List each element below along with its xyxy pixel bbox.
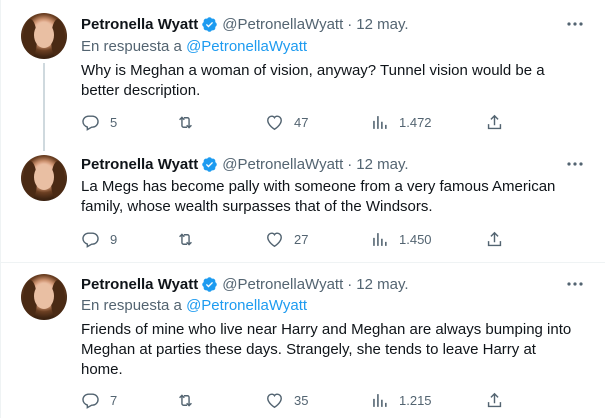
more-options-icon[interactable] [565,154,585,174]
tweet-date[interactable]: 12 may. [356,276,408,293]
reply-icon [82,393,99,409]
text-line: La Megs has become pally with someone fr… [81,178,556,195]
views-count: 1.450 [399,232,432,247]
reply-handle-link[interactable]: @PetronellaWyatt [186,38,307,55]
text-line: Why is Meghan a woman of vision, anyway?… [81,62,545,79]
text-line: home. [81,361,123,378]
reply-handle-link[interactable]: @PetronellaWyatt [186,297,307,314]
reply-icon [82,115,99,131]
share-icon [487,231,502,247]
views-count: 1.472 [399,115,432,130]
views-count: 1.215 [399,393,432,408]
share-icon [487,392,502,408]
more-options-icon[interactable] [565,14,585,34]
reply-prefix: En respuesta a [81,297,182,314]
reply-button[interactable]: 5 [81,113,117,132]
tweet-feed: Petronella Wyatt @PetronellaWyatt · 12 m… [0,0,605,418]
reply-prefix: En respuesta a [81,38,182,55]
reply-button[interactable]: 7 [81,391,117,410]
author-name[interactable]: Petronella Wyatt [81,16,198,33]
views-button[interactable]: 1.215 [370,391,432,410]
reply-icon [82,232,99,248]
reply-count: 5 [110,115,118,130]
separator: · [347,155,353,173]
retweet-button[interactable] [176,113,205,132]
verified-badge-icon [202,276,218,292]
tweet-header: Petronella Wyatt @PetronellaWyatt · 12 m… [81,154,409,174]
like-count: 35 [294,393,309,408]
verified-badge-icon [202,16,218,32]
reply-count: 9 [110,232,118,247]
action-bar: 5 47 1.472 [81,113,521,133]
share-icon [487,114,502,130]
avatar[interactable] [21,155,67,201]
action-bar: 9 27 1.450 [81,230,521,250]
text-line: Friends of mine who live near Harry and … [81,321,572,338]
heart-icon [267,393,282,409]
tweet-date[interactable]: 12 may. [356,156,408,173]
text-line: family, whose wealth surpasses that of t… [81,198,433,215]
tweet-date[interactable]: 12 may. [356,16,408,33]
tweet-text: Why is Meghan a woman of vision, anyway?… [81,61,581,101]
tweet-header: Petronella Wyatt @PetronellaWyatt · 12 m… [81,274,409,294]
like-button[interactable]: 47 [265,113,308,132]
retweet-icon [179,394,192,407]
like-button[interactable]: 35 [265,391,308,410]
reply-button[interactable]: 9 [81,230,117,249]
text-line: Meghan at parties these days. Strangely,… [81,341,536,358]
author-name[interactable]: Petronella Wyatt [81,156,198,173]
text-line: better description. [81,82,201,99]
thread-line [43,63,45,151]
views-chart-icon [373,394,387,407]
author-handle[interactable]: @PetronellaWyatt [222,276,343,293]
avatar[interactable] [21,13,67,59]
tweet-text: Friends of mine who live near Harry and … [81,320,581,380]
like-count: 27 [294,232,309,247]
views-button[interactable]: 1.450 [370,230,432,249]
verified-badge-icon [202,156,218,172]
author-handle[interactable]: @PetronellaWyatt [222,156,343,173]
share-button[interactable] [485,230,512,249]
retweet-icon [179,116,192,129]
avatar[interactable] [21,274,67,320]
more-options-icon[interactable] [565,274,585,294]
author-handle[interactable]: @PetronellaWyatt [222,16,343,33]
action-bar: 7 35 1.215 [81,391,521,411]
views-chart-icon [373,233,387,246]
views-chart-icon [373,116,387,129]
reply-context: En respuesta a @PetronellaWyatt [81,38,307,55]
retweet-icon [179,233,192,246]
views-button[interactable]: 1.472 [370,113,432,132]
like-button[interactable]: 27 [265,230,308,249]
heart-icon [267,232,282,248]
separator: · [347,15,353,33]
tweet-text: La Megs has become pally with someone fr… [81,177,581,217]
author-name[interactable]: Petronella Wyatt [81,276,198,293]
retweet-button[interactable] [176,230,205,249]
reply-count: 7 [110,393,118,408]
retweet-button[interactable] [176,391,205,410]
tweet-2[interactable]: Petronella Wyatt @PetronellaWyatt · 12 m… [1,150,605,262]
tweet-1[interactable]: Petronella Wyatt @PetronellaWyatt · 12 m… [1,0,605,151]
tweet-3[interactable]: Petronella Wyatt @PetronellaWyatt · 12 m… [1,262,605,419]
share-button[interactable] [485,391,512,410]
heart-icon [267,115,282,131]
reply-context: En respuesta a @PetronellaWyatt [81,297,307,314]
separator: · [347,275,353,293]
tweet-header: Petronella Wyatt @PetronellaWyatt · 12 m… [81,14,409,34]
like-count: 47 [294,115,309,130]
share-button[interactable] [485,113,512,132]
